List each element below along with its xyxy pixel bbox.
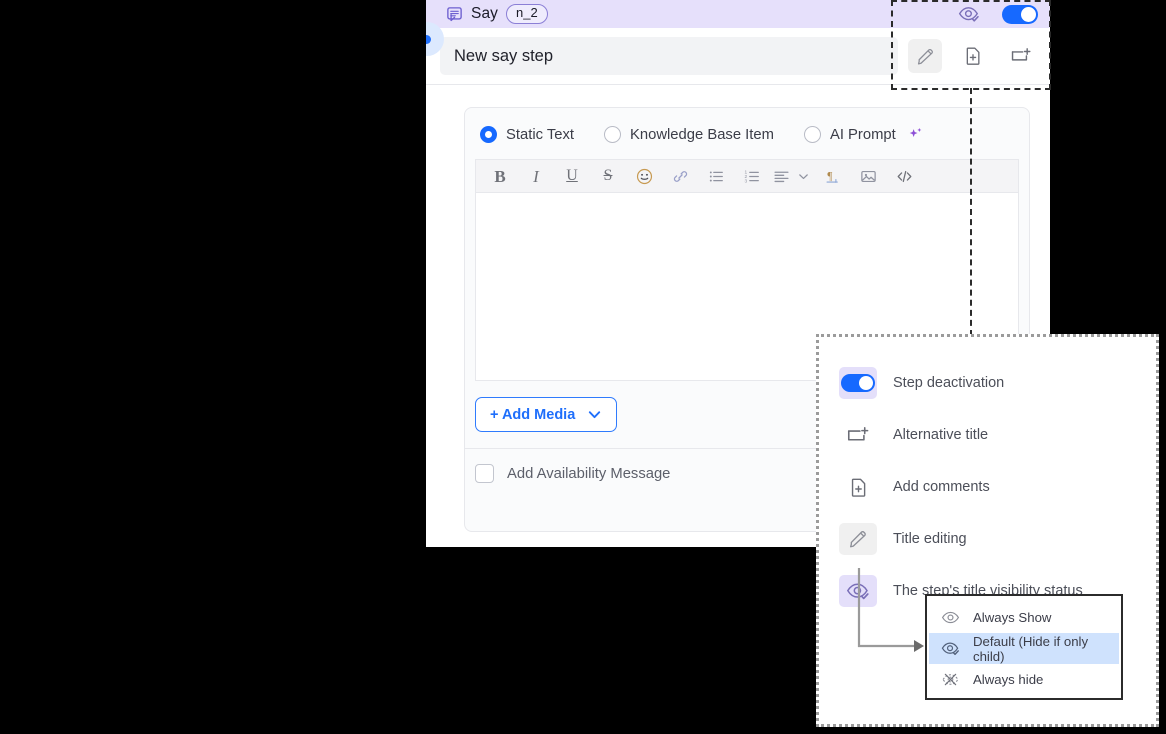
chevron-down-icon [587, 407, 602, 422]
menu-item-always-hide[interactable]: Always hide [929, 664, 1119, 695]
step-title-input[interactable] [440, 37, 898, 75]
image-icon[interactable] [850, 161, 886, 191]
strikethrough-glyph: S [603, 167, 613, 184]
source-type-radio-group: Static Text Knowledge Base Item AI Promp… [465, 108, 1029, 159]
code-icon[interactable] [886, 161, 922, 191]
toggle-on-icon [839, 367, 877, 399]
header-actions-callout-top [891, 0, 1051, 2]
alt-title-icon [839, 419, 877, 451]
align-icon[interactable] [770, 161, 792, 191]
add-media-label: + Add Media [490, 406, 576, 423]
bulleted-list-icon[interactable] [698, 161, 734, 191]
menu-item-label: Always Show [973, 610, 1052, 625]
visibility-status-menu: Always Show Default (Hide if only child) [925, 594, 1123, 700]
eye-hidden-icon [941, 670, 960, 689]
sparkle-icon [908, 127, 923, 142]
menu-item-label: Default (Hide if only child) [973, 633, 1089, 664]
radio-label: Static Text [506, 126, 574, 143]
step-type-label: Say [471, 5, 499, 22]
legend-label: Alternative title [893, 427, 989, 443]
italic-icon[interactable]: I [518, 161, 554, 191]
node-id-badge: n_2 [506, 4, 548, 24]
header-actions-callout [891, 0, 1051, 90]
legend-item-step-deactivation: Step deactivation [819, 357, 1156, 409]
eye-icon [941, 608, 960, 627]
legend-item-add-comments: Add comments [819, 461, 1156, 513]
menu-item-default-hide-if-only-child[interactable]: Default (Hide if only child) [929, 633, 1119, 664]
eye-check-icon [941, 639, 960, 658]
bold-glyph: B [494, 166, 506, 186]
italic-glyph: I [533, 166, 539, 186]
emoji-icon[interactable] [626, 161, 662, 191]
underline-glyph: U [566, 167, 578, 184]
underline-icon[interactable]: U [554, 161, 590, 191]
link-icon[interactable] [662, 161, 698, 191]
legend-label: Add comments [893, 479, 990, 495]
radio-option-static-text[interactable]: Static Text [480, 126, 574, 143]
legend-label: Title editing [893, 531, 967, 547]
svg-text:¶: ¶ [827, 170, 832, 182]
radio-option-knowledge-base-item[interactable]: Knowledge Base Item [604, 126, 774, 143]
svg-text:3: 3 [744, 178, 747, 184]
screenshot-stage: Say n_2 New say step Static Text Knowled… [0, 0, 1166, 734]
legend-menu-connector [857, 568, 924, 652]
availability-label: Add Availability Message [507, 465, 671, 482]
legend-label: Step deactivation [893, 375, 1005, 391]
radio-indicator [480, 126, 497, 143]
radio-option-ai-prompt[interactable]: AI Prompt [803, 126, 923, 143]
bold-icon[interactable]: B [482, 161, 518, 191]
file-plus-icon [839, 471, 877, 503]
strikethrough-icon[interactable]: S [590, 161, 626, 191]
chevron-down-icon[interactable] [792, 161, 814, 191]
radio-label: AI Prompt [829, 126, 896, 143]
paragraph-indent-icon[interactable]: ¶ [814, 161, 850, 191]
legend-item-alternative-title: Alternative title [819, 409, 1156, 461]
radio-indicator [604, 126, 621, 143]
availability-checkbox[interactable] [475, 464, 494, 483]
menu-item-always-show[interactable]: Always Show [929, 602, 1119, 633]
numbered-list-icon[interactable]: 1 2 3 [734, 161, 770, 191]
say-message-icon [446, 6, 463, 23]
radio-label: Knowledge Base Item [630, 126, 774, 143]
add-media-button[interactable]: + Add Media [475, 397, 618, 432]
radio-indicator [803, 126, 821, 143]
pencil-icon [839, 523, 877, 555]
legend-item-title-editing: Title editing [819, 513, 1156, 565]
menu-item-label: Always hide [973, 672, 1044, 687]
editor-toolbar: B I U S 1 2 3 ¶ [476, 160, 1018, 193]
callout-connector-line [970, 88, 972, 336]
